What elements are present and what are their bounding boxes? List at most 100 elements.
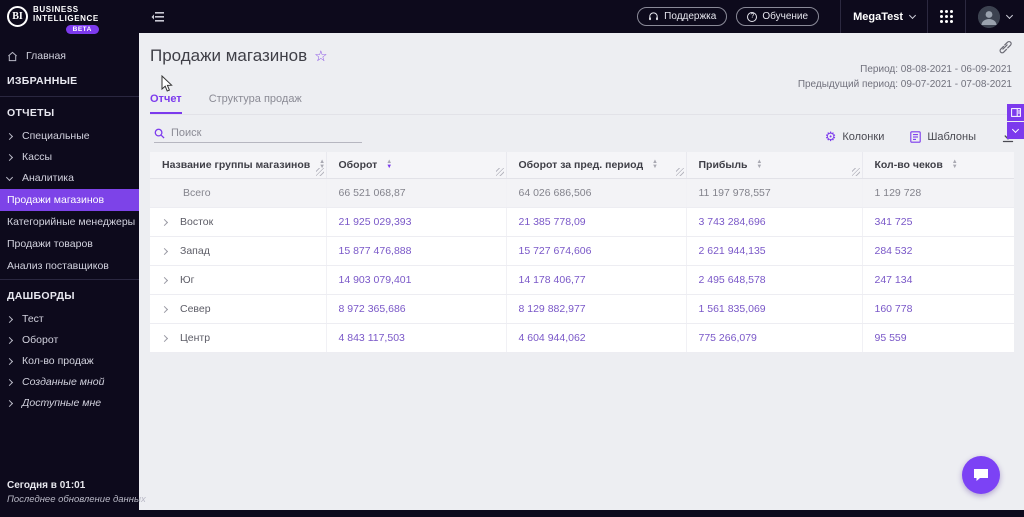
tab-sales-structure[interactable]: Структура продаж [209,93,302,114]
sidebar-item-label: Созданные мной [22,376,105,388]
sidebar-divider [0,96,139,97]
chevron-right-icon [5,399,14,408]
prev-turnover-value: 64 026 686,506 [506,178,687,208]
chevron-right-icon [5,336,14,345]
share-link-icon[interactable] [998,40,1012,59]
checks-value: 160 778 [862,294,1014,324]
row-expander-icon[interactable] [160,247,169,255]
topbar: Поддержка ? Обучение MegaTest [139,0,1024,33]
templates-button[interactable]: Шаблоны [910,131,976,143]
sidebar: BI BUSINESS INTELLIGENCE BETA Главная ИЗ… [0,0,146,517]
prev-turnover-value: 15 727 674,606 [506,236,687,266]
turnover-value: 8 972 365,686 [326,294,507,324]
sidebar-item-label: Доступные мне [22,397,102,409]
table-header-row: Название группы магазинов ▲▼ Оборот ▲▼ О… [150,152,1014,179]
sidebar-item-test[interactable]: Тест [0,309,139,330]
sidebar-item-kassy[interactable]: Кассы [0,147,139,168]
table-row[interactable]: Запад 15 877 476,888 15 727 674,606 2 62… [150,236,1014,266]
app-logo[interactable]: BI BUSINESS INTELLIGENCE BETA [0,0,139,38]
sidebar-item-special[interactable]: Специальные [0,126,139,147]
group-name: Восток [180,215,214,228]
apps-grid-icon[interactable] [940,10,953,23]
table-row-total: Всего 66 521 068,87 64 026 686,506 11 19… [150,178,1014,208]
column-header-group-name[interactable]: Название группы магазинов ▲▼ [150,152,327,179]
row-expander-icon[interactable] [160,334,169,342]
chevron-right-icon [5,357,14,366]
gear-icon: ⚙ [824,129,837,144]
turnover-value: 4 843 117,503 [326,323,507,353]
sidebar-item-store-sales[interactable]: Продажи магазинов [0,189,139,211]
user-menu[interactable] [978,5,1014,28]
sidebar-item-available-to-me[interactable]: Доступные мне [0,393,139,414]
training-button[interactable]: ? Обучение [736,7,820,26]
sidebar-item-home[interactable]: Главная [0,46,139,67]
profit-value: 11 197 978,557 [686,178,863,208]
columns-button[interactable]: ⚙ Колонки [824,129,885,144]
chevron-right-icon [5,132,14,141]
logo-line1: BUSINESS [33,5,79,14]
panel-toggle-button[interactable] [1007,104,1024,121]
sort-icon[interactable]: ▲▼ [756,159,762,170]
sidebar-collapse-button[interactable] [151,11,165,23]
support-button[interactable]: Поддержка [637,7,728,26]
previous-period: Предыдущий период: 09-07-2021 - 07-08-20… [797,79,1012,90]
chat-button[interactable] [962,456,1000,494]
sidebar-item-turnover[interactable]: Оборот [0,330,139,351]
search-box[interactable] [154,127,362,143]
sidebar-item-analytics[interactable]: Аналитика [0,168,139,189]
table-row[interactable]: Север 8 972 365,686 8 129 882,977 1 561 … [150,294,1014,324]
chevron-right-icon [5,315,14,324]
workspace-selector[interactable]: MegaTest [853,11,917,23]
panel-icon [1010,108,1021,117]
last-update-note: Последнее обновление данных [7,494,146,505]
sidebar-item-category-managers[interactable]: Категорийные менеджеры [0,211,139,233]
columns-label: Колонки [842,131,885,143]
side-panel-buttons [1007,104,1024,139]
sidebar-item-label: Оборот [22,334,59,346]
column-header-prev-turnover[interactable]: Оборот за пред. период ▲ ▼ [506,152,687,179]
row-expander-icon[interactable] [160,276,169,284]
sort-icon[interactable]: ▲▼ [652,159,658,170]
sidebar-divider [0,279,139,280]
column-resize-handle[interactable] [675,167,684,176]
column-resize-handle[interactable] [315,167,324,176]
sort-desc-icon[interactable]: ▲ ▼ [386,159,392,170]
sidebar-item-created-by-me[interactable]: Созданные мной [0,372,139,393]
column-header-checks[interactable]: Кол-во чеков ▲ ▼ [862,152,1014,179]
sidebar-item-supplier-analysis[interactable]: Анализ поставщиков [0,255,139,277]
last-update-info: Сегодня в 01:01 Последнее обновление дан… [7,480,146,505]
sidebar-item-label: Главная [26,50,66,62]
tab-report[interactable]: Отчет [150,93,182,114]
headset-icon [649,12,659,21]
column-resize-handle[interactable] [851,167,860,176]
chevron-down-icon [1005,11,1014,19]
prev-turnover-value: 14 178 406,77 [506,265,687,295]
checks-value: 1 129 728 [862,178,1014,208]
checks-value: 341 725 [862,207,1014,237]
logo-bi-icon: BI [7,6,28,27]
column-resize-handle[interactable] [495,167,504,176]
training-label: Обучение [762,11,809,22]
table-row[interactable]: Юг 14 903 079,401 14 178 406,77 2 495 64… [150,265,1014,295]
favorite-star-icon[interactable]: ☆ [314,47,327,65]
search-input[interactable] [171,127,341,139]
report-page: Продажи магазинов ☆ Период: 08-08-2021 -… [139,33,1024,510]
column-header-profit[interactable]: Прибыль ▲ ▼ [686,152,863,179]
prev-turnover-value: 4 604 944,062 [506,323,687,353]
beta-badge: BETA [65,25,99,34]
avatar [978,5,1000,28]
sidebar-item-sales-count[interactable]: Кол-во продаж [0,351,139,372]
profit-value: 1 561 835,069 [686,294,863,324]
table-row[interactable]: Центр 4 843 117,503 4 604 944,062 775 26… [150,323,1014,353]
turnover-value: 14 903 079,401 [326,265,507,295]
panel-collapse-button[interactable] [1007,122,1024,139]
templates-label: Шаблоны [927,131,976,143]
row-expander-icon[interactable] [160,218,169,226]
table-row[interactable]: Восток 21 925 029,393 21 385 778,09 3 74… [150,207,1014,237]
bottom-bar [139,510,1024,517]
sidebar-item-product-sales[interactable]: Продажи товаров [0,233,139,255]
column-header-turnover[interactable]: Оборот ▲ ▼ [326,152,507,179]
chevron-down-icon [908,11,917,19]
row-expander-icon[interactable] [160,305,169,313]
sort-icon[interactable]: ▲▼ [952,159,958,170]
